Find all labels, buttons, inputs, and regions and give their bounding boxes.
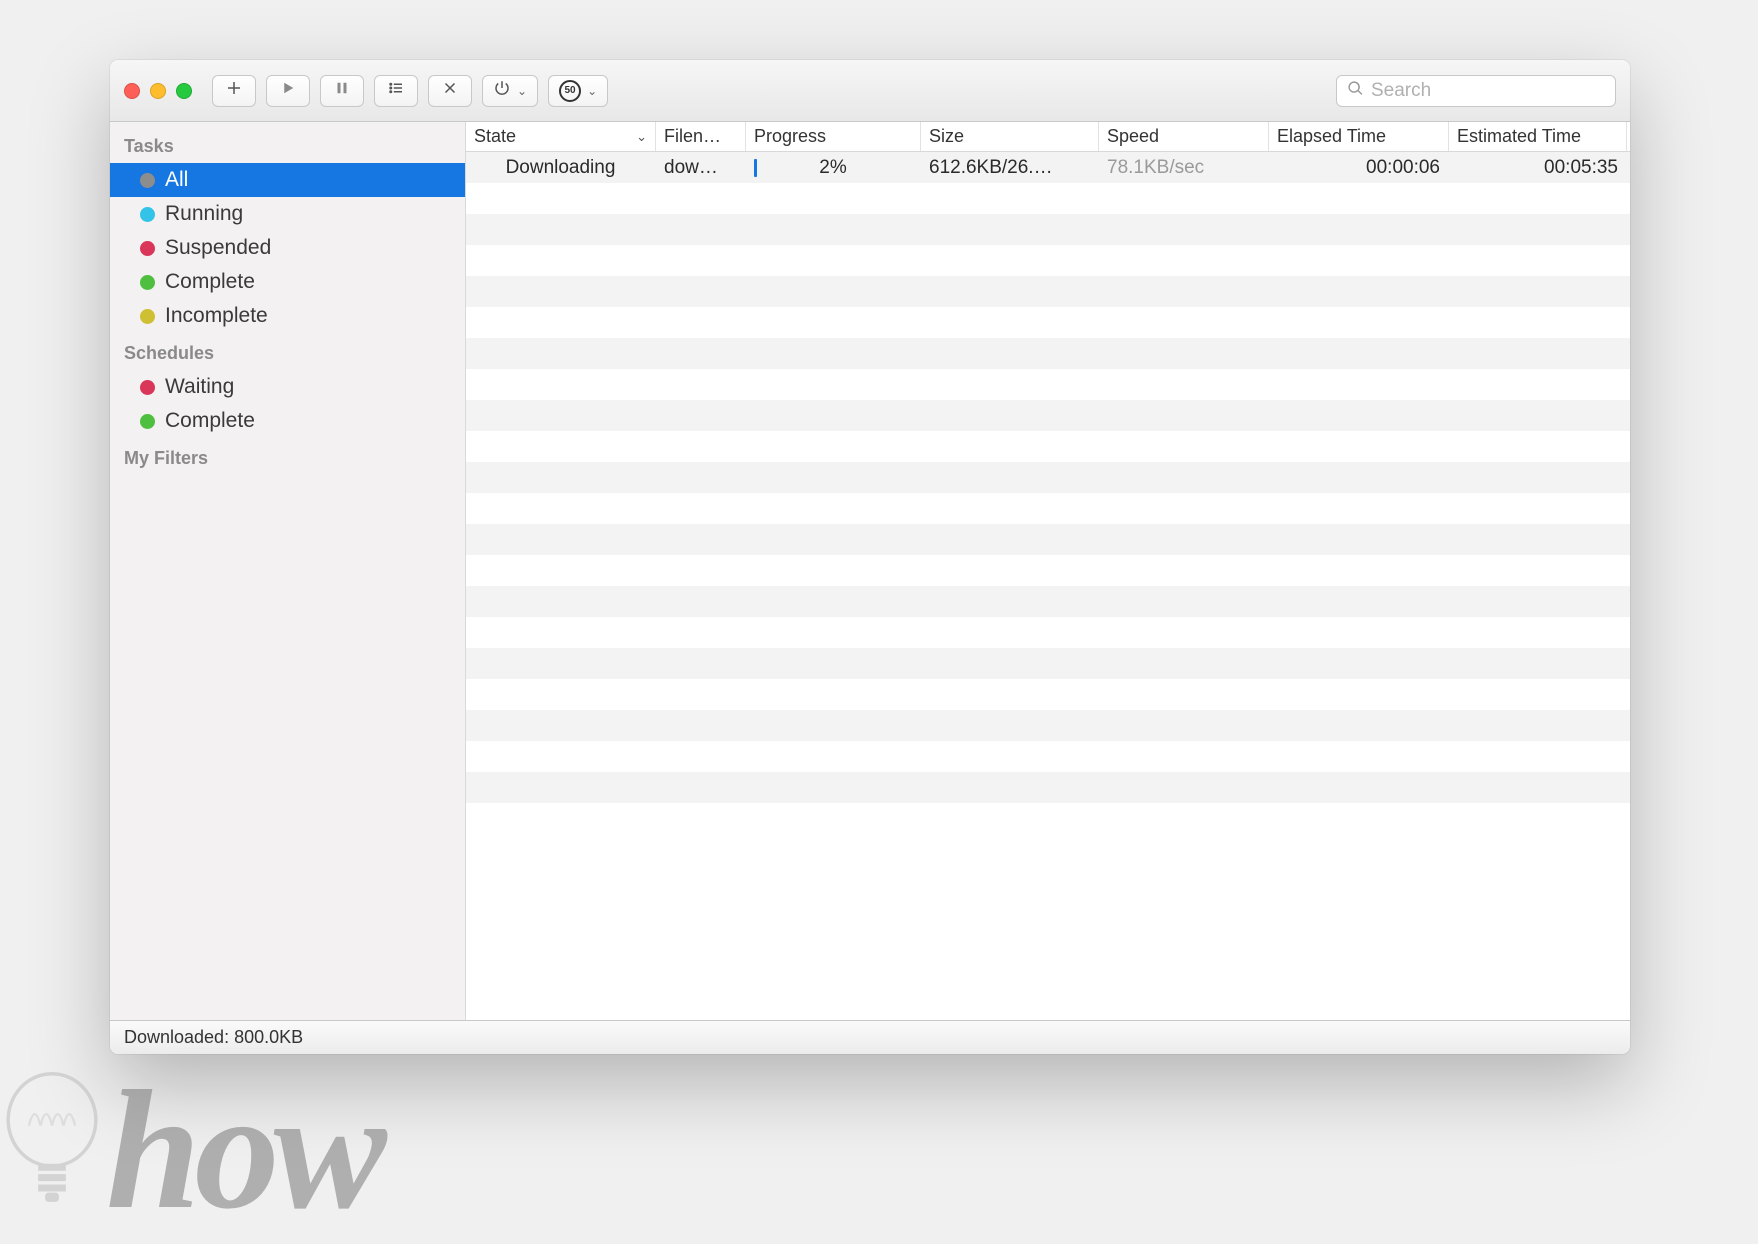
add-button[interactable] (212, 75, 256, 107)
status-dot-icon (140, 207, 155, 222)
column-header[interactable]: Estimated Time (1449, 122, 1627, 151)
table-row-empty (466, 586, 1630, 617)
status-dot-icon (140, 380, 155, 395)
sidebar-item-label: Complete (165, 270, 255, 294)
table-row-empty (466, 338, 1630, 369)
sidebar-item[interactable]: Incomplete (110, 299, 465, 333)
cell-elapsed: 00:00:06 (1269, 152, 1449, 183)
cell-size: 612.6KB/26.… (921, 152, 1099, 183)
power-menu-button[interactable]: ⌄ (482, 75, 538, 107)
window-controls (124, 83, 192, 99)
progress-bar (754, 159, 757, 177)
status-dot-icon (140, 414, 155, 429)
column-header[interactable]: State⌄ (466, 122, 656, 151)
table-row-empty (466, 555, 1630, 586)
status-dot-icon (140, 241, 155, 256)
table-row-empty (466, 214, 1630, 245)
sort-indicator-icon: ⌄ (636, 129, 647, 145)
watermark-text: how (106, 1082, 381, 1218)
sidebar-item-label: Suspended (165, 236, 271, 260)
downloads-table: State⌄Filen…ProgressSizeSpeedElapsed Tim… (466, 122, 1630, 1020)
zoom-window-button[interactable] (176, 83, 192, 99)
cell-filename: dow… (656, 152, 746, 183)
cell-state: Downloading (466, 152, 656, 183)
cell-progress: 2% (746, 152, 921, 183)
x-icon (441, 79, 459, 102)
sidebar-item[interactable]: Suspended (110, 231, 465, 265)
sidebar-section-header: Schedules (110, 333, 465, 370)
table-body: Downloadingdow…2%612.6KB/26.…78.1KB/sec0… (466, 152, 1630, 1020)
sidebar-item-label: Running (165, 202, 243, 226)
sidebar-item[interactable]: Waiting (110, 370, 465, 404)
status-bar: Downloaded: 800.0KB (110, 1020, 1630, 1054)
sidebar-item[interactable]: Complete (110, 265, 465, 299)
table-row-empty (466, 772, 1630, 803)
table-row-empty (466, 400, 1630, 431)
cell-speed: 78.1KB/sec (1099, 152, 1269, 183)
table-row-empty (466, 276, 1630, 307)
minimize-window-button[interactable] (150, 83, 166, 99)
column-header[interactable]: Size (921, 122, 1099, 151)
table-row-empty (466, 524, 1630, 555)
close-window-button[interactable] (124, 83, 140, 99)
sidebar: Tasks All Running Suspended Complete Incomple… (110, 122, 466, 1020)
sidebar-item-label: All (165, 168, 188, 192)
progress-label: 2% (819, 157, 846, 179)
table-row-empty (466, 307, 1630, 338)
pause-button[interactable] (320, 75, 364, 107)
sidebar-item-label: Incomplete (165, 304, 268, 328)
watermark: how (0, 1068, 381, 1218)
column-header[interactable]: Elapsed Time (1269, 122, 1449, 151)
speed-badge-icon: 50 (559, 80, 581, 102)
sidebar-item-label: Waiting (165, 375, 234, 399)
app-window: ⌄ 50 ⌄ Tasks All Running Suspended Complete I… (110, 60, 1630, 1054)
sidebar-item[interactable]: Complete (110, 404, 465, 438)
sidebar-section-header: My Filters (110, 438, 465, 475)
search-input[interactable] (1371, 80, 1616, 102)
table-row-empty (466, 183, 1630, 214)
status-text: Downloaded: 800.0KB (124, 1027, 303, 1048)
cell-estimated: 00:05:35 (1449, 152, 1627, 183)
speed-limit-menu-button[interactable]: 50 ⌄ (548, 75, 608, 107)
column-header[interactable]: Speed (1099, 122, 1269, 151)
table-row-empty (466, 710, 1630, 741)
table-row-empty (466, 679, 1630, 710)
table-row-empty (466, 462, 1630, 493)
plus-icon (225, 79, 243, 102)
pause-icon (333, 79, 351, 102)
queue-button[interactable] (374, 75, 418, 107)
list-icon (387, 79, 405, 102)
toolbar: ⌄ 50 ⌄ (110, 60, 1630, 122)
sidebar-item[interactable]: Running (110, 197, 465, 231)
remove-button[interactable] (428, 75, 472, 107)
play-icon (279, 79, 297, 102)
lightbulb-icon (0, 1068, 112, 1218)
sidebar-section-header: Tasks (110, 126, 465, 163)
table-row-empty (466, 369, 1630, 400)
table-row-empty (466, 431, 1630, 462)
table-row-empty (466, 648, 1630, 679)
table-row-empty (466, 493, 1630, 524)
column-header[interactable]: Filen… (656, 122, 746, 151)
sidebar-item-label: Complete (165, 409, 255, 433)
search-field[interactable] (1336, 75, 1616, 107)
table-row-empty (466, 245, 1630, 276)
table-row[interactable]: Downloadingdow…2%612.6KB/26.…78.1KB/sec0… (466, 152, 1630, 183)
chevron-down-icon: ⌄ (517, 84, 527, 98)
table-row-empty (466, 617, 1630, 648)
sidebar-item[interactable]: All (110, 163, 465, 197)
power-icon (493, 79, 511, 102)
chevron-down-icon: ⌄ (587, 84, 597, 98)
status-dot-icon (140, 275, 155, 290)
search-icon (1347, 80, 1371, 102)
table-header: State⌄Filen…ProgressSizeSpeedElapsed Tim… (466, 122, 1630, 152)
status-dot-icon (140, 309, 155, 324)
status-dot-icon (140, 173, 155, 188)
column-header[interactable]: Progress (746, 122, 921, 151)
start-button[interactable] (266, 75, 310, 107)
table-row-empty (466, 741, 1630, 772)
